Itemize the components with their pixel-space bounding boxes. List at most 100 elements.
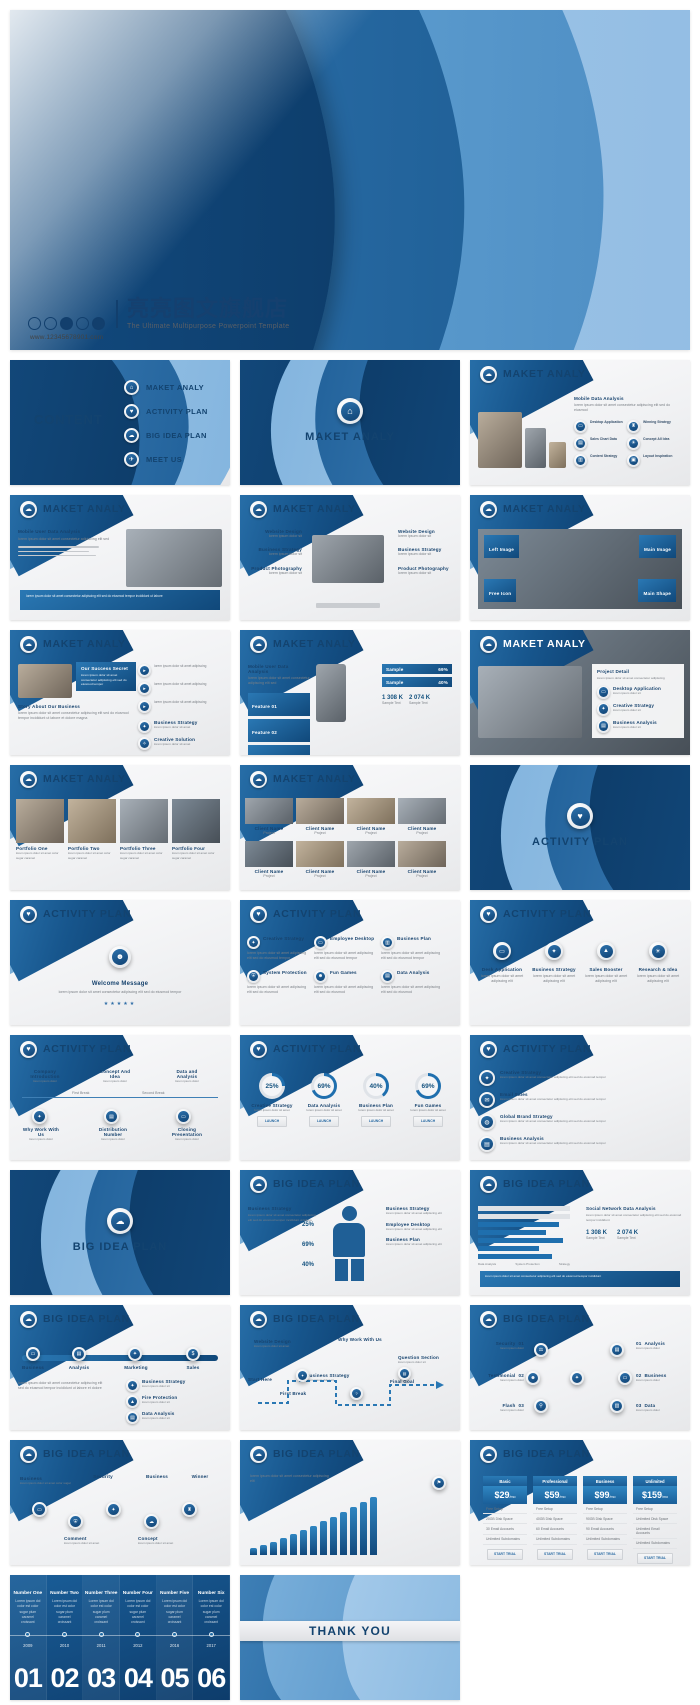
- content-item-activity[interactable]: ♥ ACTIVITY PLAN: [124, 404, 208, 419]
- slide-strategy-list[interactable]: ♥ ACTIVITY PLAN ✦ Creative Strategy lorem …: [470, 1035, 690, 1160]
- timeline-number: 06: [197, 1663, 226, 1693]
- section-heading: Social Network Data Analysis: [586, 1206, 656, 1211]
- callout-free-icon[interactable]: Free Icon: [484, 579, 517, 602]
- slide-activity-features[interactable]: ♥ ACTIVITY PLAN ✦ Creative Strategy ▭ Empl…: [240, 900, 460, 1025]
- cover-slide[interactable]: www.12345678901.com 亮亮图文旗舰店 The Ultimate…: [10, 10, 690, 350]
- slide-welcome-message[interactable]: ♥ ACTIVITY PLAN ☻ Welcome Message lorem …: [10, 900, 230, 1025]
- feature-row[interactable]: Feature 02: [248, 718, 310, 742]
- monitor-photo: [312, 535, 384, 583]
- slide-social-network-analysis[interactable]: ☁ BIG IDEA PLAN Data Analysis System Pro…: [470, 1170, 690, 1295]
- feature-label: Sales Chart Data: [590, 436, 617, 441]
- client-photo: [398, 841, 446, 868]
- slide-section-maket[interactable]: ⌂ MAKET ANALY: [240, 360, 460, 485]
- launch-button[interactable]: LAUNCH: [361, 1115, 391, 1127]
- heart-icon: ♥: [20, 1041, 37, 1058]
- slide-content[interactable]: CONTENT ⌂ MAKET ANALY ♥ ACTIVITY PLAN ☁ …: [10, 360, 230, 485]
- bar-label: Data Analysis: [478, 1262, 497, 1266]
- flag-icon: ⚑: [432, 1476, 446, 1490]
- slide-pricing-table[interactable]: ☁ BIG IDEA PLAN Basic $29/mo Free Setup …: [470, 1440, 690, 1565]
- slide-header-title: BIG IDEA PLAN: [43, 1448, 130, 1460]
- desktop-icon: ▭: [314, 936, 327, 949]
- slide-diamond-grid[interactable]: ☁ BIG IDEA PLAN Security 01 lorem ipsum do…: [470, 1305, 690, 1430]
- content-item-meetus[interactable]: ✈ MEET US: [124, 452, 208, 467]
- start-trial-button[interactable]: START TRIAL: [487, 1548, 523, 1560]
- slide-clients[interactable]: ☁ MAKET ANALY Client Name Project Client …: [240, 765, 460, 890]
- feature-row[interactable]: Feature 03: [248, 744, 310, 755]
- feature-row[interactable]: Sample 40%: [382, 677, 452, 687]
- slide-donut-metrics[interactable]: ♥ ACTIVITY PLAN 25% Creative Strategy lo…: [240, 1035, 460, 1160]
- launch-button[interactable]: LAUNCH: [413, 1115, 443, 1127]
- callout-left-image[interactable]: Left Image: [484, 535, 519, 558]
- desktop-icon: ▭: [493, 942, 511, 960]
- slide-mobile-data-analysis[interactable]: ☁ MAKET ANALY Mobile Data Analysis lorem…: [470, 360, 690, 485]
- thumb-row: Number One Lorem ipsum dol color est col…: [10, 1575, 690, 1700]
- client-sub: Project: [416, 831, 428, 835]
- feature-label: System Protection: [263, 969, 307, 975]
- pricing-card-professional[interactable]: Professional $59/mo Free Setup 40GB Disk…: [533, 1476, 577, 1565]
- plan-price: $29: [494, 1490, 510, 1500]
- client-sub: Project: [365, 874, 377, 879]
- donut-percent: 40%: [369, 1082, 383, 1090]
- thumb-row: ♥ ACTIVITY PLAN Company Introduction lore…: [10, 1035, 690, 1160]
- callout-main-shape[interactable]: Main Shape: [638, 579, 676, 602]
- node-icon: ☻: [526, 1371, 540, 1385]
- slide-portfolio[interactable]: ☁ MAKET ANALY Portfolio One lorem ipsum …: [10, 765, 230, 890]
- client-photo: [347, 798, 395, 824]
- callout-main-image[interactable]: Main Image: [638, 535, 676, 558]
- slide-section-activity[interactable]: ♥ ACTIVITY PLAN: [470, 765, 690, 890]
- slide-process-timeline[interactable]: ♥ ACTIVITY PLAN Company Introduction lore…: [10, 1035, 230, 1160]
- doc-icon: ▥: [574, 453, 587, 467]
- pricing-card-unlimited[interactable]: Unlimited $159/mo Free Setup Unlimited D…: [633, 1476, 677, 1565]
- content-item-maket[interactable]: ⌂ MAKET ANALY: [124, 380, 208, 395]
- slide-growth-bars[interactable]: ☁ BIG IDEA PLAN lorem ipsum dolor sit am…: [240, 1440, 460, 1565]
- slide-step-process[interactable]: ☁ BIG IDEA PLAN ▭ ▤ ✦ $ Business Analysi…: [10, 1305, 230, 1430]
- start-trial-button[interactable]: START TRIAL: [637, 1552, 673, 1564]
- start-trial-button[interactable]: START TRIAL: [537, 1548, 573, 1560]
- slide-thank-you[interactable]: THANK YOU: [240, 1575, 460, 1700]
- slide-section-bigidea[interactable]: ☁ BIG IDEA PLAN: [10, 1170, 230, 1295]
- plan-feature: Unlimited Disk Space: [633, 1514, 677, 1525]
- timeline-year: 2010: [59, 1643, 70, 1648]
- portfolio-photo: [16, 799, 64, 843]
- slide-activity-four-icons[interactable]: ♥ ACTIVITY PLAN ▭ Desk Application lorem i…: [470, 900, 690, 1025]
- node-icon: ▤: [610, 1343, 624, 1357]
- slide-tablet-analysis[interactable]: ☁ MAKET ANALY Mobile User Data Analysis …: [10, 495, 230, 620]
- feature-row[interactable]: Sample 69%: [382, 664, 452, 674]
- launch-button[interactable]: LAUNCH: [257, 1115, 287, 1127]
- node-icon: ▭: [618, 1371, 632, 1385]
- desktop-icon: ▭: [574, 419, 587, 433]
- slide-zigzag-nodes[interactable]: ☁ BIG IDEA PLAN Business lorem ipsum dolo…: [10, 1440, 230, 1565]
- slide-laptop-callouts[interactable]: ☁ MAKET ANALY Left Image Main Image Free…: [470, 495, 690, 620]
- pricing-card-business[interactable]: Business $99/mo Free Setup 90GB Disk Spa…: [583, 1476, 627, 1565]
- slide-numbered-timeline[interactable]: Number One Lorem ipsum dol color est col…: [10, 1575, 230, 1700]
- slide-mobile-features[interactable]: ☁ MAKET ANALY Mobile User Data Analysis …: [240, 630, 460, 755]
- launch-button[interactable]: LAUNCH: [309, 1115, 339, 1127]
- content-item-bigidea[interactable]: ☁ BIG IDEA PLAN: [124, 428, 208, 443]
- slide-header-title: MAKET ANALY: [273, 503, 356, 515]
- chart-body-text: lorem ipsum dolor sit amet consectetur a…: [250, 1474, 329, 1484]
- timeline-column: Number Five Lorem ipsum dol color est co…: [156, 1575, 194, 1700]
- node-icon: ▤: [104, 1109, 119, 1124]
- step-label: Marketing: [124, 1365, 148, 1370]
- start-trial-button[interactable]: START TRIAL: [587, 1548, 623, 1560]
- story-heading: Story About Our Business: [18, 704, 81, 709]
- client-sub: Project: [263, 831, 275, 835]
- rocket-icon: ▲: [597, 942, 615, 960]
- stat-label: Sample Text: [409, 701, 428, 705]
- slide-roadmap[interactable]: ☁ BIG IDEA PLAN Website Design lorem ipsu…: [240, 1305, 460, 1430]
- plan-feature: Unlimited Subdomains: [533, 1535, 577, 1545]
- slide-person-infographic[interactable]: ☁ BIG IDEA PLAN Business Strategy lorem …: [240, 1170, 460, 1295]
- slide-project-detail[interactable]: ☁ MAKET ANALY Project Detail lorem ipsum…: [470, 630, 690, 755]
- feature-row[interactable]: Feature 01: [248, 692, 310, 716]
- slide-desktop-services[interactable]: ☁ MAKET ANALY Website Design lorem ipsum …: [240, 495, 460, 620]
- plan-feature: Unlimited Subdomains: [583, 1535, 627, 1545]
- step-label: Sales: [186, 1365, 200, 1370]
- bullet-icon: ▸: [138, 700, 151, 713]
- pricing-card-basic[interactable]: Basic $29/mo Free Setup 20GB Disk Space …: [483, 1476, 527, 1565]
- strategy-icon: ✦: [247, 936, 260, 949]
- pin-icon: ✈: [124, 452, 139, 467]
- slide-story-business[interactable]: ☁ MAKET ANALY Our Success Secret lorem i…: [10, 630, 230, 755]
- client-photo: [296, 841, 344, 868]
- node-icon: ☁: [144, 1514, 159, 1529]
- strategy-icon: ✦: [126, 1379, 139, 1392]
